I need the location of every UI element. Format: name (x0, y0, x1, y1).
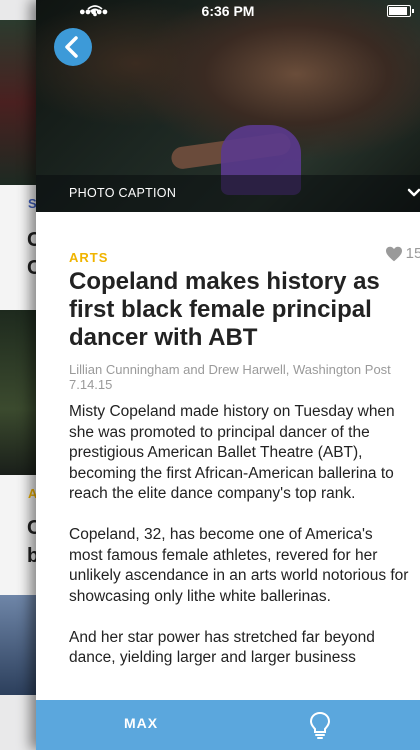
article-byline: Lillian Cunningham and Drew Harwell, Was… (69, 362, 420, 392)
back-button[interactable] (54, 28, 92, 66)
background-card-photo (0, 20, 40, 185)
battery-icon (387, 5, 414, 17)
chevron-left-icon (65, 36, 78, 58)
background-card-photo (0, 595, 40, 695)
background-card-stack[interactable]: S C C A C b (0, 0, 40, 750)
article-author: Lillian Cunningham and Drew Harwell, Was… (69, 362, 391, 377)
background-card-photo (0, 310, 40, 475)
article-card: PHOTO CAPTION ARTS 1568 Copeland makes h… (36, 0, 420, 750)
photo-caption-bar[interactable]: PHOTO CAPTION (36, 175, 420, 212)
article-headline: Copeland makes history as first black fe… (69, 268, 380, 351)
chevron-down-icon[interactable] (406, 181, 420, 205)
like-count: 1568 (405, 245, 420, 262)
article-body: Misty Copeland made history on Tuesday w… (69, 402, 409, 689)
article-paragraph: Misty Copeland made history on Tuesday w… (69, 403, 395, 502)
article-date: 7.14.15 (69, 377, 113, 392)
photo-caption-label: PHOTO CAPTION (69, 186, 177, 200)
heart-icon[interactable] (385, 246, 403, 262)
article-category[interactable]: ARTS (69, 250, 108, 265)
lightbulb-icon (309, 711, 331, 739)
bottom-toolbar: MAX (36, 700, 420, 750)
article-paragraph: Copeland, 32, has become one of America'… (69, 526, 409, 605)
status-time: 6:36 PM (201, 3, 255, 19)
max-button[interactable]: MAX (124, 715, 158, 731)
like-counter[interactable]: 1568 (385, 245, 420, 262)
lightbulb-button[interactable] (308, 711, 332, 739)
status-bar: ●●●●● 6:36 PM (36, 0, 420, 22)
article-paragraph: And her star power has stretched far bey… (69, 628, 375, 667)
